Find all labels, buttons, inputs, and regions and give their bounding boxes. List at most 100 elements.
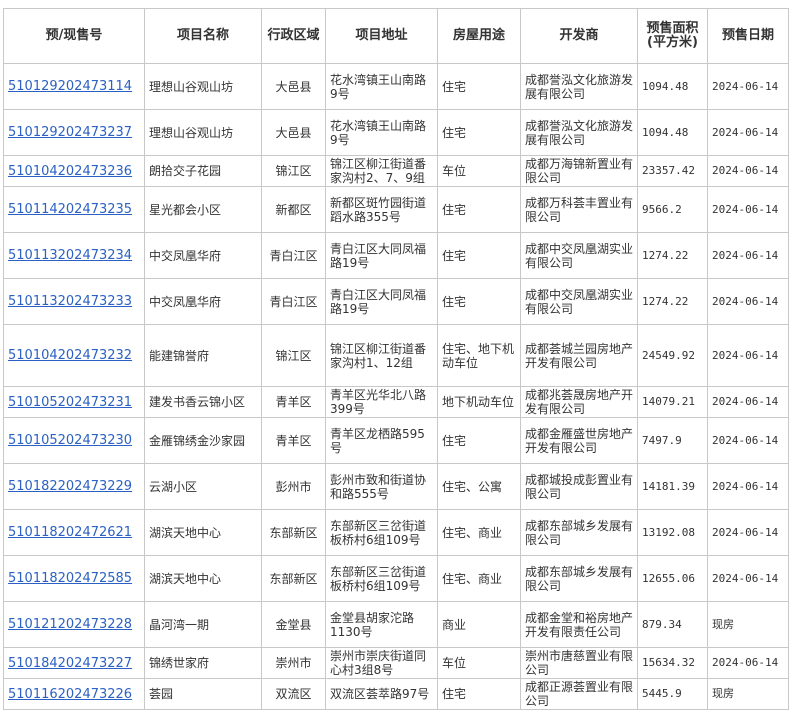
presale-date: 2024-06-14 bbox=[707, 278, 789, 325]
table-row: 510118202472621 湖滨天地中心 东部新区 东部新区三岔街道板桥村6组10… bbox=[3, 509, 789, 556]
usage: 住宅、地下机动车位 bbox=[437, 324, 521, 387]
col-header-usage: 房屋用途 bbox=[437, 8, 521, 64]
address: 东部新区三岔街道板桥村6组109号 bbox=[325, 555, 438, 602]
usage: 住宅 bbox=[437, 186, 521, 233]
district: 青白江区 bbox=[261, 232, 326, 279]
table-row: 510104202473232 能建锦誉府 锦江区 锦江区柳江街道番家沟村1、12组住… bbox=[3, 324, 789, 387]
usage: 住宅 bbox=[437, 109, 521, 156]
presale-date: 2024-06-14 bbox=[707, 417, 789, 464]
presale-date: 2024-06-14 bbox=[707, 324, 789, 387]
project-name: 云湖小区 bbox=[144, 463, 262, 510]
table-row: 510114202473235 星光都会小区 新都区 新都区斑竹园街道蹈水路355号住… bbox=[3, 186, 789, 233]
presale-number-link[interactable]: 510113202473233 bbox=[8, 294, 132, 309]
district: 锦江区 bbox=[261, 155, 326, 187]
presale-number-link[interactable]: 510113202473234 bbox=[8, 248, 132, 263]
presale-number-link[interactable]: 510182202473229 bbox=[8, 479, 132, 494]
district: 新都区 bbox=[261, 186, 326, 233]
presale-number-link[interactable]: 510116202473226 bbox=[8, 687, 132, 702]
project-name: 锦绣世家府 bbox=[144, 647, 262, 679]
presale-number-cell: 510113202473234 bbox=[3, 232, 145, 279]
district: 东部新区 bbox=[261, 509, 326, 556]
presale-number-cell: 510105202473231 bbox=[3, 386, 145, 418]
usage: 住宅 bbox=[437, 63, 521, 110]
project-name: 理想山谷观山坊 bbox=[144, 63, 262, 110]
table-row: 510129202473237 理想山谷观山坊 大邑县 花水湾镇王山南路9号 住宅 成都誉… bbox=[3, 109, 789, 156]
table-row: 510116202473226 荟园 双流区 双流区荟萃路97号 住宅 成都正源荟置业有限… bbox=[3, 678, 789, 710]
presale-number-link[interactable]: 510118202472621 bbox=[8, 525, 132, 540]
presale-date: 2024-06-14 bbox=[707, 386, 789, 418]
presale-number-cell: 510118202472621 bbox=[3, 509, 145, 556]
presale-area: 1094.48 bbox=[637, 63, 708, 110]
presale-number-link[interactable]: 510129202473114 bbox=[8, 79, 132, 94]
presale-number-cell: 510104202473232 bbox=[3, 324, 145, 387]
address: 青羊区龙栖路595号 bbox=[325, 417, 438, 464]
project-name: 中交凤凰华府 bbox=[144, 232, 262, 279]
project-name: 荟园 bbox=[144, 678, 262, 710]
col-header-number: 预/现售号 bbox=[3, 8, 145, 64]
address: 崇州市崇庆街道同心村3组8号 bbox=[325, 647, 438, 679]
table-row: 510184202473227 锦绣世家府 崇州市 崇州市崇庆街道同心村3组8号 车位崇… bbox=[3, 647, 789, 679]
col-header-project-name: 项目名称 bbox=[144, 8, 262, 64]
district: 青白江区 bbox=[261, 278, 326, 325]
presale-area: 1274.22 bbox=[637, 278, 708, 325]
presale-area: 24549.92 bbox=[637, 324, 708, 387]
presale-number-cell: 510129202473114 bbox=[3, 63, 145, 110]
table-row: 510182202473229 云湖小区 彭州市 彭州市致和街道协和路555号 住宅、公… bbox=[3, 463, 789, 510]
col-header-date: 预售日期 bbox=[707, 8, 789, 64]
presale-date: 2024-06-14 bbox=[707, 555, 789, 602]
presale-date: 2024-06-14 bbox=[707, 155, 789, 187]
presale-number-link[interactable]: 510121202473228 bbox=[8, 617, 132, 632]
presale-date: 2024-06-14 bbox=[707, 509, 789, 556]
address: 双流区荟萃路97号 bbox=[325, 678, 438, 710]
project-name: 朗拾交子花园 bbox=[144, 155, 262, 187]
address: 彭州市致和街道协和路555号 bbox=[325, 463, 438, 510]
presale-area: 1274.22 bbox=[637, 232, 708, 279]
presale-area: 15634.32 bbox=[637, 647, 708, 679]
address: 新都区斑竹园街道蹈水路355号 bbox=[325, 186, 438, 233]
project-name: 星光都会小区 bbox=[144, 186, 262, 233]
presale-date: 2024-06-14 bbox=[707, 647, 789, 679]
project-name: 建发书香云锦小区 bbox=[144, 386, 262, 418]
presale-date: 2024-06-14 bbox=[707, 63, 789, 110]
presale-number-link[interactable]: 510104202473232 bbox=[8, 348, 132, 363]
presale-area: 1094.48 bbox=[637, 109, 708, 156]
project-name: 金雁锦绣金沙家园 bbox=[144, 417, 262, 464]
developer: 成都城投成彭置业有限公司 bbox=[520, 463, 638, 510]
usage: 住宅、商业 bbox=[437, 509, 521, 556]
project-name: 湖滨天地中心 bbox=[144, 509, 262, 556]
developer: 成都东部城乡发展有限公司 bbox=[520, 509, 638, 556]
presale-number-link[interactable]: 510114202473235 bbox=[8, 202, 132, 217]
developer: 成都东部城乡发展有限公司 bbox=[520, 555, 638, 602]
presale-number-link[interactable]: 510118202472585 bbox=[8, 571, 132, 586]
presale-number-cell: 510182202473229 bbox=[3, 463, 145, 510]
developer: 成都荟城兰园房地产开发有限公司 bbox=[520, 324, 638, 387]
presale-area: 12655.06 bbox=[637, 555, 708, 602]
developer: 成都金雁盛世房地产开发有限公司 bbox=[520, 417, 638, 464]
developer: 成都中交凤凰湖实业有限公司 bbox=[520, 278, 638, 325]
project-name: 理想山谷观山坊 bbox=[144, 109, 262, 156]
district: 双流区 bbox=[261, 678, 326, 710]
presale-number-link[interactable]: 510104202473236 bbox=[8, 164, 132, 179]
table-row: 510105202473231 建发书香云锦小区 青羊区 青羊区光华北八路399号 地下… bbox=[3, 386, 789, 418]
table-body: 510129202473114 理想山谷观山坊 大邑县 花水湾镇王山南路9号 住宅 成都誉… bbox=[3, 63, 789, 710]
developer: 成都正源荟置业有限公司 bbox=[520, 678, 638, 710]
address: 锦江区柳江街道番家沟村1、12组 bbox=[325, 324, 438, 387]
presale-number-link[interactable]: 510105202473231 bbox=[8, 395, 132, 410]
presale-number-link[interactable]: 510129202473237 bbox=[8, 125, 132, 140]
usage: 车位 bbox=[437, 155, 521, 187]
usage: 住宅、商业 bbox=[437, 555, 521, 602]
table-row: 510121202473228 晶河湾一期 金堂县 金堂县胡家沱路1130号 商业 成都金… bbox=[3, 601, 789, 648]
usage: 住宅、公寓 bbox=[437, 463, 521, 510]
col-header-area: 预售面积(平方米) bbox=[637, 8, 708, 64]
district: 大邑县 bbox=[261, 63, 326, 110]
presale-number-link[interactable]: 510184202473227 bbox=[8, 656, 132, 671]
developer: 崇州市唐慈置业有限公司 bbox=[520, 647, 638, 679]
presale-number-cell: 510129202473237 bbox=[3, 109, 145, 156]
presale-number-cell: 510105202473230 bbox=[3, 417, 145, 464]
district: 青羊区 bbox=[261, 386, 326, 418]
presale-number-link[interactable]: 510105202473230 bbox=[8, 433, 132, 448]
usage: 商业 bbox=[437, 601, 521, 648]
presale-number-cell: 510184202473227 bbox=[3, 647, 145, 679]
table-row: 510118202472585 湖滨天地中心 东部新区 东部新区三岔街道板桥村6组10… bbox=[3, 555, 789, 602]
address: 东部新区三岔街道板桥村6组109号 bbox=[325, 509, 438, 556]
